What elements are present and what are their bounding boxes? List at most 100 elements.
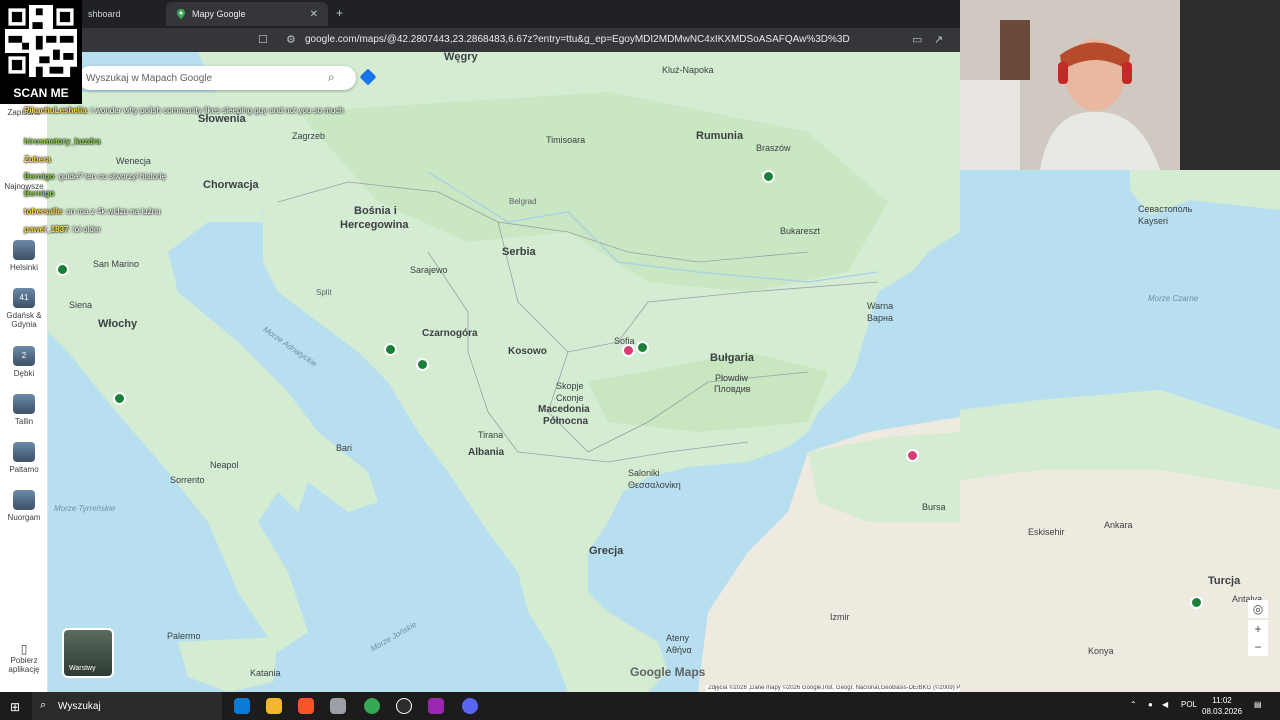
- zoom-in-button[interactable]: +: [1248, 620, 1268, 638]
- brave-icon[interactable]: [298, 698, 314, 714]
- label-tirana: Tirana: [478, 430, 504, 440]
- cast-icon[interactable]: ▭: [912, 33, 922, 46]
- url-field[interactable]: google.com/maps/@42.2807443,23.2868483,6…: [305, 34, 850, 45]
- saved-place-pin[interactable]: [56, 263, 69, 276]
- chat-user: Bernigo: [24, 189, 55, 198]
- chat-message: pawel_1837: lol older: [24, 225, 101, 234]
- layers-label: Warstwy: [69, 665, 96, 672]
- rail-gdansk[interactable]: 41 Gdańsk & Gdynia: [0, 288, 48, 329]
- label-sevastopol: Севастополь: [1138, 204, 1193, 214]
- qr-code-overlay: SCAN ME: [0, 0, 82, 104]
- label-greece: Grecja: [589, 545, 624, 557]
- tab-google-maps[interactable]: Mapy Google ✕: [166, 2, 328, 26]
- notifications-icon[interactable]: ▤: [1254, 700, 1262, 709]
- label-zagreb: Zagrzeb: [292, 131, 326, 141]
- rail-label: Paltamo: [9, 465, 39, 474]
- label-turkey-right: Turcja: [1208, 575, 1241, 587]
- layers-button[interactable]: Warstwy: [62, 628, 114, 678]
- istanbul-red-pin[interactable]: [906, 449, 919, 462]
- rail-label: Pobierz aplikację: [8, 656, 40, 674]
- label-split: Split: [316, 288, 332, 297]
- label-izmir: Izmir: [830, 612, 850, 622]
- saved-place-pin[interactable]: [1190, 596, 1203, 609]
- zoom-out-button[interactable]: −: [1248, 638, 1268, 656]
- tab-dashboard[interactable]: shboard: [78, 2, 164, 26]
- qr-label: SCAN ME: [13, 86, 69, 100]
- tab-label: shboard: [88, 9, 121, 19]
- rail-paltamo[interactable]: Paltamo: [0, 442, 48, 474]
- place-thumbnail: [13, 442, 35, 462]
- label-romania: Rumunia: [696, 130, 744, 142]
- chat-message: Bernigo: guide? ten co stworzył historię: [24, 172, 166, 181]
- label-sorrento: Sorrento: [170, 475, 205, 485]
- saved-place-pin[interactable]: [384, 343, 397, 356]
- rail-helsinki[interactable]: Helsinki: [0, 240, 48, 272]
- label-sevastopol-cyr: Kayseri: [1138, 216, 1169, 226]
- label-plovdiv-cyr: Пловдив: [714, 384, 751, 394]
- maps-side-rail: Zapisane Najnowsze Helsinki 41 Gdańsk & G…: [0, 52, 48, 692]
- edge-icon[interactable]: [234, 698, 250, 714]
- saved-place-pin[interactable]: [416, 358, 429, 371]
- search-icon[interactable]: ⌕: [328, 70, 335, 85]
- rail-nuorgam[interactable]: Nuorgam: [0, 490, 48, 522]
- site-settings-icon[interactable]: ⚙: [286, 33, 296, 46]
- map-canvas-right[interactable]: Севастополь Kayseri Morze Czarne Eskiseh…: [960, 170, 1280, 692]
- chat-user: PikachuLeshelia: [24, 106, 87, 115]
- taskbar-search-label: Wyszukaj: [58, 700, 101, 712]
- saved-place-pin[interactable]: [113, 392, 126, 405]
- label-italy: Włochy: [98, 318, 138, 330]
- search-icon: ⌕: [40, 699, 47, 711]
- clock[interactable]: 11:02 08.03.2026: [1202, 695, 1242, 717]
- taskbar-search[interactable]: ⌕ Wyszukaj: [32, 692, 222, 720]
- label-belgrade: Belgrad: [509, 197, 537, 206]
- label-sarajevo: Sarajewo: [410, 265, 448, 275]
- sofia-red-pin[interactable]: [622, 344, 635, 357]
- label-tyrrhenian: Morze Tyrreńskie: [54, 504, 116, 513]
- map-land-shapes-right: [960, 170, 1280, 692]
- windows-start-icon[interactable]: ⊞: [10, 700, 20, 714]
- bookmark-icon[interactable]: ☐: [258, 33, 268, 46]
- file-explorer-icon[interactable]: [266, 698, 282, 714]
- app-icon[interactable]: [330, 698, 346, 714]
- obs-icon[interactable]: [396, 698, 412, 714]
- map-canvas[interactable]: Węgry Rumunia Słowenia Chorwacja Bośnia …: [48, 52, 1240, 692]
- label-varna: Warna: [867, 301, 894, 311]
- chat-message: hirosmetory_kuzdra: [24, 137, 284, 146]
- label-naples: Neapol: [210, 460, 239, 470]
- chat-text: guide? ten co stworzył historię: [58, 172, 166, 181]
- label-plovdiv: Płowdiw: [715, 373, 749, 383]
- label-athens-gr: Αθήνα: [666, 645, 692, 655]
- chat-message: tobersalle: on ma z 4k widzu na luźnu: [24, 207, 161, 216]
- chrome-icon[interactable]: [364, 698, 380, 714]
- tray-chevron-icon[interactable]: ⌃: [1130, 700, 1137, 709]
- phone-icon: ▯: [20, 642, 28, 656]
- label-cluj: Kluż-Napoka: [662, 65, 714, 75]
- label-bulgaria: Bułgaria: [710, 352, 755, 364]
- label-skopje-cyr: Скопје: [556, 393, 584, 403]
- place-thumbnail: [13, 394, 35, 414]
- label-hungary: Węgry: [444, 52, 478, 63]
- rail-debki[interactable]: 2 Dębki: [0, 346, 48, 378]
- volume-icon[interactable]: ◀: [1162, 700, 1168, 709]
- webcam-feed: [960, 0, 1280, 170]
- close-tab-icon[interactable]: ✕: [310, 9, 318, 20]
- rail-label: Tallin: [14, 417, 34, 426]
- discord-icon[interactable]: [462, 698, 478, 714]
- rail-get-app[interactable]: ▯ Pobierz aplikację: [0, 642, 48, 674]
- label-black-sea: Morze Czarne: [1148, 294, 1199, 303]
- my-location-icon[interactable]: ◎: [1248, 600, 1268, 618]
- maps-search-input[interactable]: Wyszukaj w Mapach Google ⌕: [78, 66, 377, 90]
- share-icon[interactable]: ↗: [934, 33, 943, 46]
- app-icon[interactable]: [428, 698, 444, 714]
- saved-place-pin[interactable]: [636, 341, 649, 354]
- tab-label: Mapy Google: [192, 9, 246, 19]
- map-land-shapes: [48, 52, 960, 692]
- place-thumbnail: 41: [13, 288, 35, 308]
- chat-user: hirosmetory_kuzdra: [24, 137, 101, 146]
- new-tab-icon[interactable]: +: [336, 6, 343, 20]
- language-indicator[interactable]: POL: [1181, 700, 1197, 709]
- microphone-icon[interactable]: ●: [1148, 700, 1153, 709]
- rail-tallin[interactable]: Tallin: [0, 394, 48, 426]
- webcam-image: [960, 0, 1280, 170]
- saved-place-pin[interactable]: [762, 170, 775, 183]
